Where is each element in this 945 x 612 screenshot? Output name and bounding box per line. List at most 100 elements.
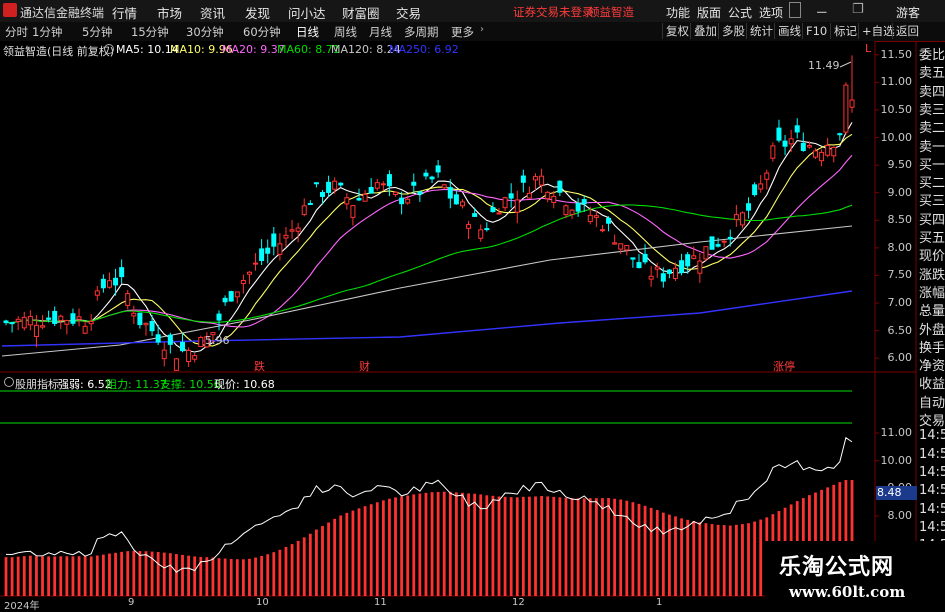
price-tick: 9.50 [887,158,913,172]
side-panel-item[interactable]: 自动 [919,392,945,411]
indicator-bar [710,524,714,596]
indicator-bar [59,556,63,596]
price-tick: 11.50 [880,47,913,61]
indicator-bar [461,492,464,596]
indicator-bar [631,502,635,596]
indicator-bar [424,492,428,596]
indicator-bar [162,552,166,596]
side-panel-item[interactable]: 卖一 [919,136,945,155]
indicator-bar [753,521,757,596]
side-panel-item[interactable]: 买一 [919,154,945,173]
side-panel-item[interactable]: 卖三 [919,99,945,118]
side-panel-item[interactable]: 换手 [919,337,945,356]
indicator-bar [114,552,117,596]
indicator-bar [357,508,361,596]
price-tick: 11.00 [880,75,913,89]
indicator-bar [71,556,75,596]
indicator-bar [211,557,215,596]
indicator-bar [77,556,81,596]
side-panel-item[interactable]: 买二 [919,172,945,191]
indicator-bar [187,555,190,596]
indicator-bar [454,492,458,596]
indicator-bar [381,500,385,596]
indicator-bar [534,496,537,596]
indicator-bar [430,492,434,596]
indicator-bar [205,557,209,596]
indicator-bar [588,498,592,596]
indicator-bar [4,557,8,596]
indicator-settings-icon[interactable] [4,377,14,387]
indicator-bar [235,559,239,596]
indicator-bar [302,537,306,596]
indicator-tick: 11.00 [880,426,913,439]
price-tick: 10.00 [880,130,913,144]
side-panel-item[interactable]: 外盘 [919,319,945,338]
indicator-bar [266,554,270,596]
high-price-label: 11.49 [808,59,840,72]
x-label-11: 11 [374,597,387,608]
side-panel-item[interactable]: 卖四 [919,81,945,100]
event-tag-zhangting[interactable]: 涨停 [773,358,795,374]
indicator-bar [339,515,343,596]
event-tag-die[interactable]: 跌 [254,358,265,374]
x-label-12: 12 [512,597,525,608]
side-panel-item[interactable]: 净资 [919,355,945,374]
indicator-bar [552,496,556,596]
indicator-bar [582,498,586,596]
indicator-bar [668,514,671,596]
indicator-bar [643,505,647,596]
side-panel-item[interactable]: 卖二 [919,117,945,136]
side-panel-item[interactable]: 14:56 [919,502,945,517]
indicator-strength: 强弱: 6.52 [58,378,112,391]
side-panel-item[interactable]: 买四 [919,209,945,228]
indicator-resistance: 阻力: 11.37 [106,378,167,391]
indicator-bar [479,494,483,596]
settings-dot-icon[interactable] [104,44,114,54]
side-panel-item[interactable]: 总量 [919,300,945,319]
indicator-bar [741,524,744,596]
indicator-bar [655,510,659,596]
kline-chart[interactable] [0,0,945,609]
indicator-bar [661,512,665,596]
indicator-bar [28,555,32,596]
price-tick: 7.00 [887,296,913,310]
indicator-bar [747,523,750,596]
side-panel-item[interactable]: 交易 [919,410,945,429]
side-panel-item[interactable]: 买三 [919,190,945,209]
indicator-name[interactable]: 股朋指标 [15,376,59,392]
side-panel-item[interactable]: 现价 [919,245,945,264]
side-panel-item[interactable]: 卖五 [919,62,945,81]
indicator-bar [22,556,26,596]
side-panel-item[interactable]: 14:56 [919,465,945,480]
indicator-bar [144,551,148,596]
indicator-bar [607,497,610,596]
indicator-bar [95,555,99,596]
indicator-bar [692,520,696,596]
side-panel-item[interactable]: 涨跌 [919,264,945,283]
indicator-bar [35,556,38,596]
candle [173,357,179,371]
side-panel-item[interactable]: 14:56 [919,447,945,462]
indicator-bar [156,551,160,596]
indicator-bar [412,494,416,596]
indicator-bar [41,556,44,596]
indicator-bar [369,504,373,596]
watermark: 乐淘公式网 www.60lt.com [765,541,945,609]
side-panel-item[interactable]: 涨幅 [919,282,945,301]
indicator-bar [217,558,221,596]
indicator-bar [491,495,495,596]
candle [752,182,758,197]
event-tag-cai[interactable]: 财 [359,358,370,374]
indicator-bar [485,495,489,596]
ma20-legend: MA20: 9.37 [222,43,285,56]
indicator-bar [467,493,470,596]
side-panel-item[interactable]: 委比 [919,44,945,63]
side-panel-item[interactable]: 14:56 [919,520,945,535]
side-panel-item[interactable]: 买五 [919,227,945,246]
indicator-bar [65,556,69,596]
side-panel-item[interactable]: 14:56 [919,483,945,498]
side-panel-item[interactable]: 收益 [919,373,945,392]
indicator-bar [351,510,355,596]
candle [843,82,849,135]
side-panel-item[interactable]: 14:56 [919,428,945,443]
